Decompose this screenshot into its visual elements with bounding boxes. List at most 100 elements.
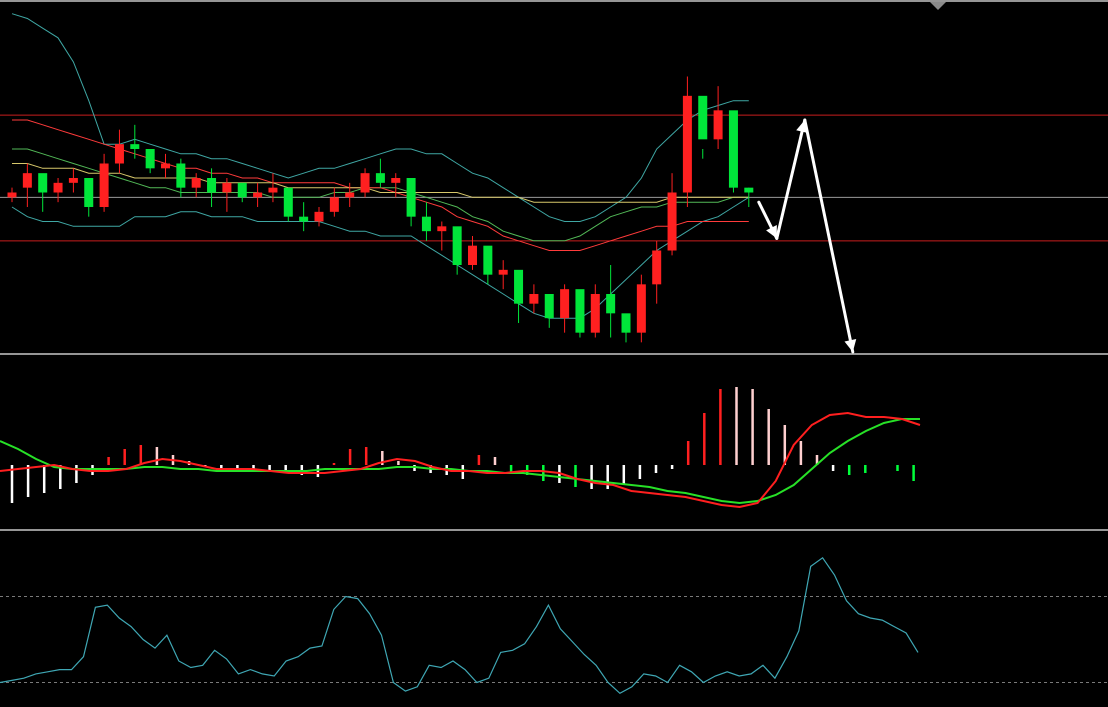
candle [713, 86, 723, 149]
candle-body [560, 289, 570, 319]
candle [130, 124, 140, 159]
candle-body [636, 284, 646, 333]
candle-body [314, 211, 324, 222]
candle [53, 178, 63, 203]
candle [575, 289, 585, 338]
candle-body [191, 178, 201, 188]
candle [406, 178, 416, 227]
candle-body [498, 269, 508, 275]
candle [483, 245, 493, 285]
candle-body [667, 192, 677, 251]
candle [421, 202, 431, 241]
candle [590, 284, 600, 338]
candle [237, 182, 247, 203]
candle [498, 260, 508, 290]
candle [560, 284, 570, 333]
candle-body [130, 144, 140, 149]
chart-canvas [0, 0, 1108, 695]
candle-body [606, 294, 616, 314]
candle [514, 269, 524, 323]
scroll-marker-icon [930, 2, 946, 10]
candle [253, 182, 263, 207]
candle [207, 168, 217, 207]
candle-body [421, 216, 431, 232]
candle-body [268, 187, 278, 193]
candle [375, 158, 385, 188]
candle-body [7, 192, 17, 198]
candle [682, 76, 692, 207]
candle-body [53, 182, 63, 193]
candle-body [253, 192, 263, 198]
candle-body [406, 178, 416, 217]
candle-body [514, 269, 524, 304]
candle [161, 153, 170, 178]
candle-body [452, 226, 462, 265]
candle-body [299, 216, 309, 222]
candle-body [529, 294, 539, 304]
candle [698, 95, 708, 159]
oscillator-line [0, 556, 919, 695]
candle [437, 221, 447, 251]
candle-body [391, 178, 401, 183]
candle [606, 265, 616, 338]
candle-body [329, 197, 339, 212]
candle-body [161, 163, 170, 169]
macd-line [0, 411, 921, 509]
candle-body [698, 95, 708, 140]
candle-body [84, 178, 94, 207]
candle [38, 173, 48, 212]
projection-arrow-segment [775, 118, 807, 240]
candle [283, 187, 293, 222]
candle-body [621, 313, 631, 333]
candle [84, 178, 94, 217]
projection-arrows [757, 118, 857, 354]
candle [544, 294, 554, 328]
candle-body [575, 289, 585, 333]
candle [652, 240, 662, 304]
candle-body [38, 173, 48, 193]
candle [299, 202, 309, 232]
candle [728, 110, 738, 193]
candle-body [360, 173, 370, 193]
candle [360, 168, 370, 198]
candle-body [483, 245, 493, 275]
oscillator-pane [0, 556, 1108, 695]
candle-body [22, 173, 32, 188]
candle-body [145, 149, 155, 169]
candle [667, 173, 677, 256]
candle-body [713, 110, 723, 140]
macd-pane [0, 387, 921, 509]
bollinger-upper [11, 13, 749, 222]
candle-body [744, 187, 754, 193]
candle-body [99, 163, 109, 207]
price-pane [0, 2, 1108, 354]
candle [191, 173, 201, 198]
candle-body [437, 226, 447, 232]
candle-body [114, 144, 124, 164]
candle [114, 129, 124, 174]
candle-body [207, 178, 217, 193]
macd-signal-line [0, 418, 920, 505]
candle-body [468, 245, 477, 265]
candle-body [652, 250, 662, 285]
candle-body [728, 110, 738, 188]
candle-body [68, 178, 78, 183]
candle [636, 274, 646, 343]
candle [145, 149, 155, 174]
candle-body [544, 294, 554, 319]
candle-body [176, 163, 186, 188]
candle [222, 178, 232, 212]
pane-borders [0, 0, 1108, 531]
candle-body [222, 182, 232, 193]
candle [22, 163, 32, 207]
candle-body [375, 173, 385, 183]
candle-body [590, 294, 600, 333]
candle-body [345, 192, 355, 198]
candle [68, 168, 78, 193]
candle-body [682, 95, 692, 193]
candle [529, 284, 539, 314]
candle [314, 207, 324, 227]
candle [621, 313, 631, 343]
candle-body [283, 187, 293, 217]
projection-arrow-segment [803, 118, 855, 354]
